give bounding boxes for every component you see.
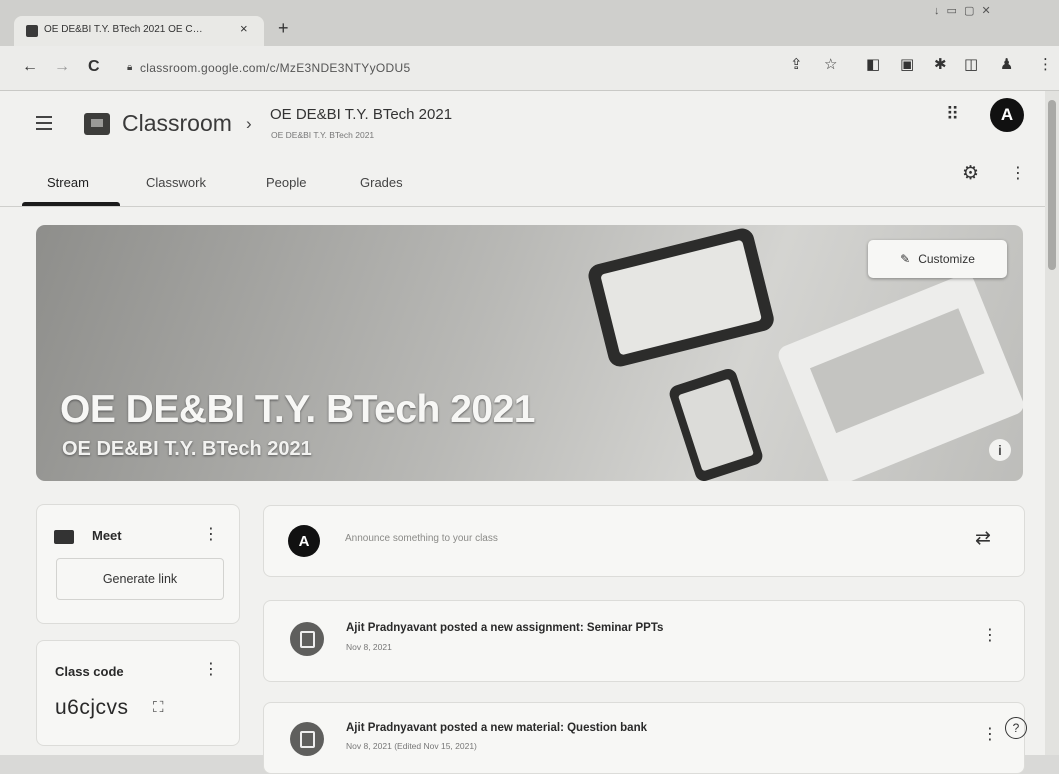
tab-title: OE DE&BI T.Y. BTech 2021 OE C…	[44, 24, 203, 35]
class-subtitle: OE DE&BI T.Y. BTech 2021	[271, 130, 375, 140]
announce-avatar: A	[288, 525, 320, 557]
tab-grades[interactable]: Grades	[360, 175, 403, 190]
tab-stream[interactable]: Stream	[47, 175, 89, 190]
reload-icon[interactable]: C	[88, 58, 100, 76]
laptop-illustration	[778, 274, 1023, 481]
sidepanel-icon[interactable]: ◫	[964, 55, 978, 73]
help-icon[interactable]: ?	[1005, 717, 1027, 739]
info-icon[interactable]: i	[989, 439, 1011, 461]
generate-link-button[interactable]: Generate link	[56, 558, 224, 600]
lock-icon: 🔒︎	[127, 62, 133, 73]
extension-icon[interactable]: ◧	[866, 55, 880, 73]
forward-icon[interactable]: →	[54, 58, 70, 76]
assignment-icon	[290, 622, 324, 656]
close-tab-icon[interactable]: ×	[240, 21, 248, 36]
pin-icon[interactable]: ✱	[934, 55, 947, 73]
post-title[interactable]: Ajit Pradnyavant posted a new assignment…	[346, 622, 663, 634]
google-apps-icon[interactable]: ⠿	[946, 104, 959, 125]
pencil-icon: ✎	[900, 252, 911, 266]
video-camera-icon	[54, 530, 74, 544]
profile-icon[interactable]: ♟	[1000, 55, 1013, 73]
announce-input[interactable]: Announce something to your class	[345, 533, 498, 544]
chevron-right-icon: ›	[246, 114, 252, 133]
meet-label: Meet	[92, 528, 122, 543]
class-code-value: u6cjcvs	[55, 696, 129, 719]
browser-tab[interactable]: OE DE&BI T.Y. BTech 2021 OE C… ×	[14, 16, 264, 46]
scrollbar-thumb[interactable]	[1048, 100, 1056, 270]
class-code-more-icon[interactable]: ⋮	[203, 659, 219, 679]
classroom-logo-icon[interactable]	[84, 113, 110, 135]
fullscreen-icon[interactable]: ⛶	[153, 699, 164, 716]
classroom-favicon-icon	[26, 25, 38, 37]
post-more-icon[interactable]: ⋮	[982, 625, 998, 645]
meet-more-icon[interactable]: ⋮	[203, 524, 219, 544]
star-icon[interactable]: ☆	[824, 55, 837, 73]
account-avatar[interactable]: A	[990, 98, 1024, 132]
tab-classwork[interactable]: Classwork	[146, 175, 206, 190]
new-tab-icon[interactable]: +	[278, 18, 289, 39]
class-tabs: Stream Classwork People Grades	[0, 160, 1045, 206]
post-date: Nov 8, 2021	[346, 642, 392, 652]
tab-people[interactable]: People	[266, 175, 306, 190]
gear-icon[interactable]: ⚙	[962, 162, 979, 185]
tab-search-icon[interactable]: ▣	[900, 55, 914, 73]
more-options-icon[interactable]: ⋮	[1010, 163, 1026, 183]
stream-post[interactable]	[263, 600, 1025, 682]
customize-label: Customize	[918, 252, 975, 266]
banner-title: OE DE&BI T.Y. BTech 2021	[60, 388, 535, 431]
repost-icon[interactable]: ⇄	[975, 527, 991, 550]
post-date: Nov 8, 2021 (Edited Nov 15, 2021)	[346, 741, 477, 751]
share-icon[interactable]: ⇪	[790, 55, 803, 73]
post-more-icon[interactable]: ⋮	[982, 724, 998, 744]
class-code-card	[36, 640, 240, 746]
class-title[interactable]: OE DE&BI T.Y. BTech 2021	[270, 106, 452, 123]
hamburger-menu-icon[interactable]	[36, 116, 52, 134]
app-title[interactable]: Classroom	[122, 110, 232, 137]
phone-illustration	[669, 368, 763, 481]
post-title[interactable]: Ajit Pradnyavant posted a new material: …	[346, 722, 647, 734]
material-icon	[290, 722, 324, 756]
tablet-illustration	[588, 228, 774, 367]
class-code-label: Class code	[55, 664, 124, 679]
menu-icon[interactable]: ⋮	[1038, 55, 1053, 73]
address-bar[interactable]: classroom.google.com/c/MzE3NDE3NTYyODU5	[140, 61, 410, 75]
back-icon[interactable]: ←	[22, 58, 38, 76]
tabs-divider	[0, 206, 1045, 207]
banner-subtitle: OE DE&BI T.Y. BTech 2021	[62, 438, 312, 460]
customize-button[interactable]: ✎ Customize	[868, 240, 1007, 278]
window-controls[interactable]: ↓ ▭ ▢ ✕	[934, 4, 993, 17]
stream-post[interactable]	[263, 702, 1025, 774]
